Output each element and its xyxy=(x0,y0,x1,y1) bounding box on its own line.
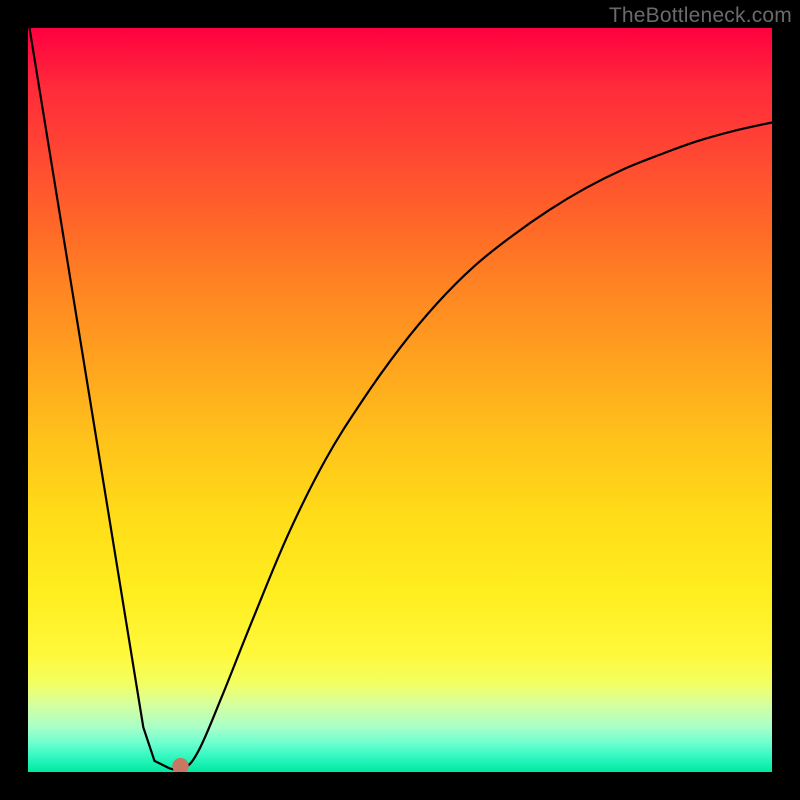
optimal-point-marker xyxy=(172,758,188,772)
plot-area xyxy=(28,28,772,772)
watermark-text: TheBottleneck.com xyxy=(609,4,792,28)
bottleneck-curve xyxy=(29,28,772,770)
curve-layer xyxy=(28,28,772,772)
chart-container: TheBottleneck.com xyxy=(0,0,800,800)
